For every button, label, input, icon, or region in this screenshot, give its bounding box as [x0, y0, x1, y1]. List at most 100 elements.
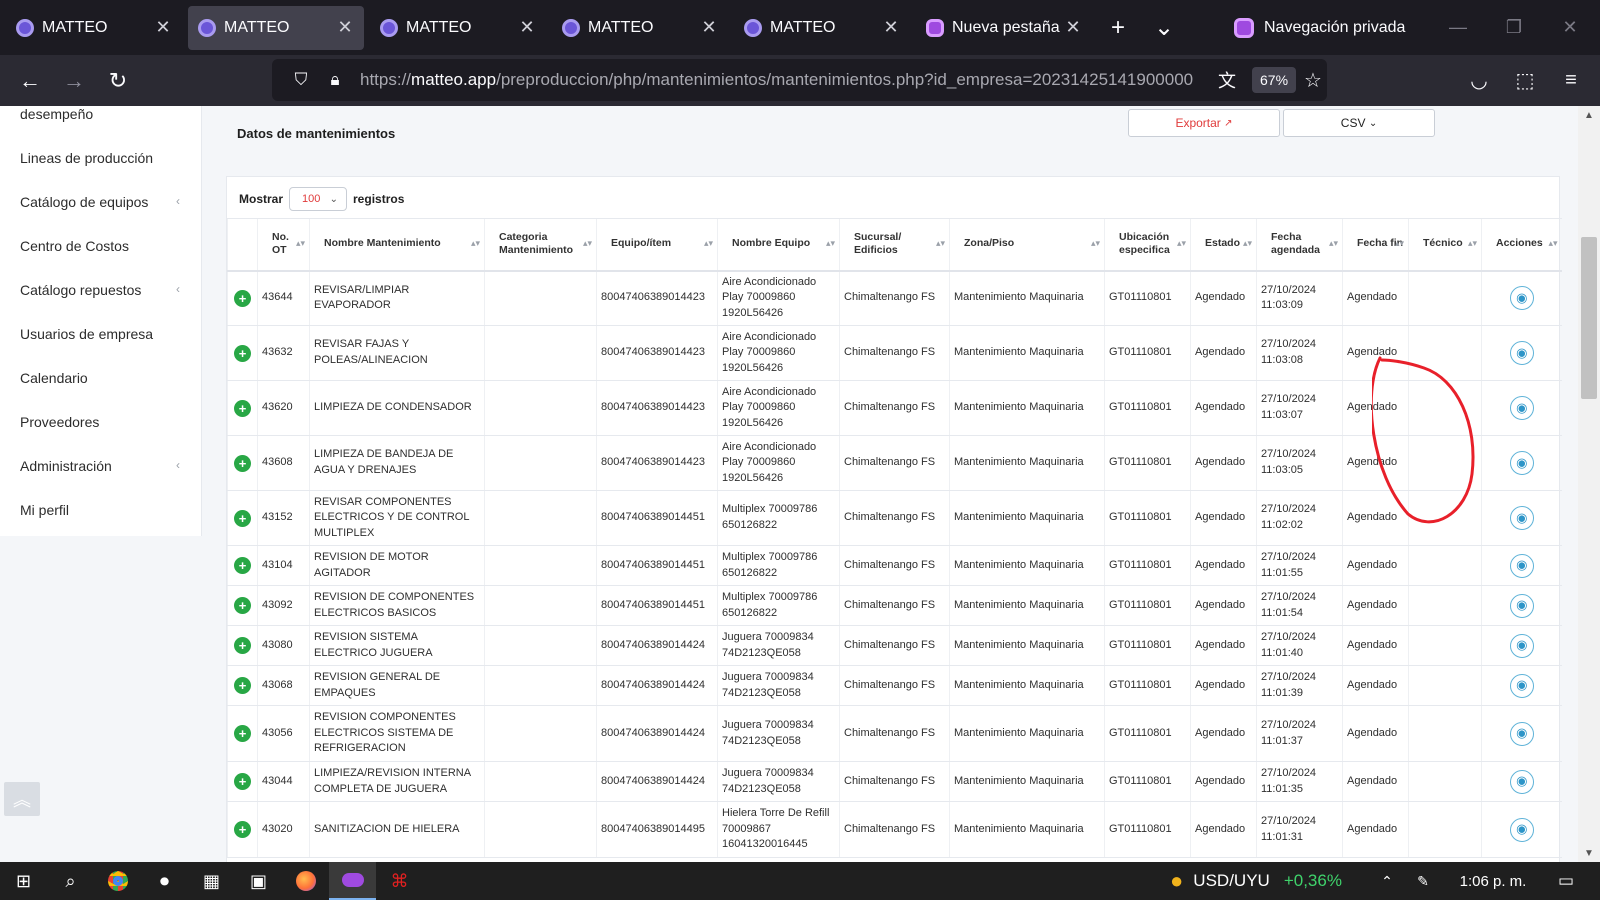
close-icon[interactable]: ✕ — [336, 17, 354, 38]
translate-icon[interactable]: 文 — [1210, 67, 1244, 93]
close-icon[interactable]: ✕ — [518, 17, 536, 38]
lock-icon[interactable]: 🔒︎ — [318, 70, 352, 90]
back-arrow-icon[interactable]: ← — [8, 61, 52, 101]
sidebar-item-administracion[interactable]: Administración ‹ — [20, 458, 180, 474]
browser-tab[interactable]: MATTEO ✕ — [6, 6, 182, 50]
expand-plus-icon[interactable]: + — [234, 289, 251, 307]
column-header[interactable]: Categoria Mantenimiento ▴▾ — [484, 218, 597, 272]
view-eye-icon[interactable]: ◉ — [1509, 633, 1534, 658]
restore-icon[interactable]: ❐ — [1486, 0, 1542, 55]
column-header[interactable]: Acciones ▴▾ — [1481, 218, 1562, 272]
firefox-private-icon[interactable] — [329, 862, 376, 900]
expand-plus-icon[interactable]: + — [234, 509, 251, 527]
sort-icon[interactable]: ▴▾ — [936, 239, 945, 248]
column-header[interactable]: No. OT ▴▾ — [257, 218, 310, 272]
column-header[interactable]: Técnico ▴▾ — [1408, 218, 1482, 272]
column-header[interactable]: Nombre Mantenimiento ▴▾ — [309, 218, 485, 272]
sort-icon[interactable]: ▴▾ — [1468, 239, 1477, 248]
view-eye-icon[interactable]: ◉ — [1509, 721, 1534, 746]
bookmark-star-icon[interactable]: ☆ — [1304, 68, 1322, 93]
windows-start-icon[interactable]: ⊞ — [0, 862, 47, 900]
browser-tab[interactable]: Nueva pestaña p ✕ — [916, 6, 1092, 50]
view-eye-icon[interactable]: ◉ — [1509, 341, 1534, 365]
zoom-level-badge[interactable]: 67% — [1252, 67, 1297, 93]
browser-tab[interactable]: MATTEO ✕ — [734, 6, 910, 50]
sort-icon[interactable]: ▴▾ — [1091, 239, 1100, 248]
column-header[interactable]: Nombre Equipo ▴▾ — [717, 218, 840, 272]
back-to-top-button[interactable]: ︽ — [4, 782, 40, 816]
sort-icon[interactable]: ▴▾ — [704, 239, 713, 248]
browser-tab[interactable]: MATTEO ✕ — [552, 6, 728, 50]
notifications-icon[interactable]: ▭ — [1548, 862, 1584, 900]
sidebar-item-proveedores[interactable]: Proveedores — [20, 414, 180, 430]
tab-list-chevron-down-icon[interactable]: ⌄ — [1144, 8, 1184, 48]
sort-icon[interactable]: ▴▾ — [1548, 239, 1557, 248]
scroll-down-arrow-icon[interactable]: ▼ — [1578, 844, 1600, 862]
sidebar-item-desempeno[interactable]: desempeño — [20, 106, 180, 122]
sidebar-item-catalogo-equipos[interactable]: Catálogo de equipos ‹ — [20, 194, 180, 210]
column-header[interactable]: Ubicación especifica ▴▾ — [1104, 218, 1191, 272]
csv-dropdown-button[interactable]: CSV ⌄ — [1283, 109, 1435, 137]
file-manager-icon[interactable]: ▣ — [235, 862, 282, 900]
window-close-icon[interactable]: ✕ — [1542, 0, 1598, 55]
sidebar-item-calendario[interactable]: Calendario — [20, 370, 180, 386]
sort-icon[interactable]: ▴▾ — [826, 239, 835, 248]
clock[interactable]: 1:06 p. m. — [1448, 862, 1538, 900]
view-eye-icon[interactable]: ◉ — [1509, 673, 1534, 698]
browser-tab[interactable]: MATTEO ✕ — [370, 6, 546, 50]
extensions-icon[interactable]: ⬚ — [1502, 55, 1548, 106]
sidebar-item-centro-costos[interactable]: Centro de Costos — [20, 238, 180, 254]
new-tab-plus-icon[interactable]: + — [1098, 8, 1138, 48]
page-scrollbar[interactable] — [1578, 106, 1600, 862]
view-eye-icon[interactable]: ◉ — [1509, 286, 1534, 311]
expand-plus-icon[interactable]: + — [234, 557, 251, 574]
minimize-icon[interactable]: — — [1430, 0, 1486, 55]
column-header[interactable]: Sucursal/ Edificios ▴▾ — [839, 218, 950, 272]
close-icon[interactable]: ✕ — [1064, 17, 1082, 38]
view-eye-icon[interactable]: ◉ — [1509, 553, 1534, 578]
chevron-up-icon[interactable]: ⌃ — [1372, 862, 1402, 900]
sort-icon[interactable]: ▴▾ — [1395, 239, 1404, 248]
address-bar[interactable]: ⛉ 🔒︎ https://matteo.app/preproduccion/ph… — [272, 59, 1327, 101]
firefox-icon[interactable] — [282, 862, 329, 900]
close-icon[interactable]: ✕ — [154, 17, 172, 38]
view-eye-icon[interactable]: ◉ — [1509, 396, 1534, 420]
view-eye-icon[interactable]: ◉ — [1509, 769, 1534, 794]
currency-ticker[interactable]: ● USD/UYU +0,36% — [1170, 862, 1342, 900]
calculator-icon[interactable]: ▦ — [188, 862, 235, 900]
menu-icon[interactable]: ≡ — [1548, 55, 1594, 106]
expand-plus-icon[interactable]: + — [234, 597, 251, 614]
search-icon[interactable]: ⌕ — [47, 862, 94, 900]
sort-icon[interactable]: ▴▾ — [1329, 239, 1338, 248]
sidebar-item-catalogo-repuestos[interactable]: Catálogo repuestos ‹ — [20, 282, 180, 298]
sort-icon[interactable]: ▴▾ — [1177, 239, 1186, 248]
sidebar-item-usuarios-empresa[interactable]: Usuarios de empresa — [20, 326, 180, 342]
expand-plus-icon[interactable]: + — [234, 344, 251, 362]
sidebar-item-mi-perfil[interactable]: Mi perfil — [20, 502, 180, 518]
sort-icon[interactable]: ▴▾ — [583, 239, 592, 248]
scroll-up-arrow-icon[interactable]: ▲ — [1578, 106, 1600, 124]
reload-icon[interactable]: ↻ — [96, 61, 140, 101]
sort-icon[interactable]: ▴▾ — [296, 239, 305, 248]
view-eye-icon[interactable]: ◉ — [1509, 817, 1534, 842]
expand-plus-icon[interactable]: + — [234, 725, 251, 742]
media-player-icon[interactable]: ⏺ — [141, 862, 188, 900]
column-header[interactable]: Equipo/ítem ▴▾ — [596, 218, 718, 272]
column-header[interactable]: Fecha fin ▴▾ — [1342, 218, 1409, 272]
browser-tab-active[interactable]: MATTEO ✕ — [188, 5, 364, 50]
scrollbar-thumb[interactable] — [1581, 237, 1597, 399]
shield-icon[interactable]: ⛉ — [284, 70, 318, 90]
expand-plus-icon[interactable]: + — [234, 821, 251, 838]
sort-icon[interactable]: ▴▾ — [1243, 239, 1252, 248]
pocket-icon[interactable]: ◡ — [1456, 55, 1502, 106]
column-header[interactable]: Estado ▴▾ — [1190, 218, 1257, 272]
forward-arrow-icon[interactable]: → — [52, 61, 96, 101]
expand-plus-icon[interactable]: + — [234, 454, 251, 472]
url-text[interactable]: https://matteo.app/preproduccion/php/man… — [360, 70, 1210, 90]
expand-plus-icon[interactable]: + — [234, 399, 251, 417]
export-button[interactable]: Exportar ↗ — [1128, 109, 1280, 137]
pdf-reader-icon[interactable]: ⌘ — [376, 862, 423, 900]
chrome-icon[interactable] — [94, 862, 141, 900]
view-eye-icon[interactable]: ◉ — [1509, 593, 1534, 618]
column-header[interactable]: Zona/Piso ▴▾ — [949, 218, 1105, 272]
